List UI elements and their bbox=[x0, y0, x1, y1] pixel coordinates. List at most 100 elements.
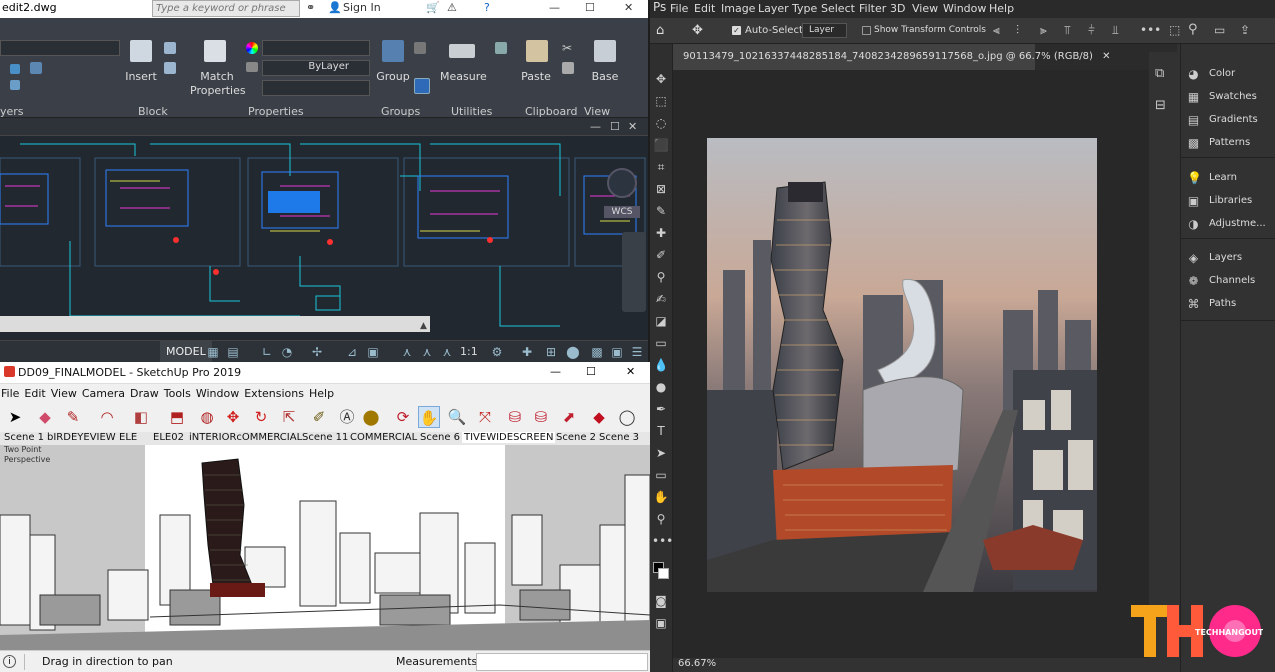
panel-patterns[interactable]: ▩ Patterns bbox=[1187, 135, 1250, 151]
eraser-icon[interactable]: ◆ bbox=[34, 406, 56, 428]
lasso-tool[interactable]: ◌ bbox=[652, 114, 670, 132]
type-tool[interactable]: T bbox=[652, 422, 670, 440]
home-icon[interactable]: ⌂ bbox=[656, 23, 664, 38]
plus-icon[interactable]: ✚ bbox=[520, 345, 534, 359]
user-icon[interactable]: 👤 bbox=[328, 1, 342, 14]
scene-tab[interactable]: ELE02 bbox=[153, 432, 184, 443]
rectangle-icon[interactable]: ◧ bbox=[130, 406, 152, 428]
menu-window[interactable]: Window bbox=[943, 2, 986, 15]
osnap-icon[interactable]: ✢ bbox=[310, 345, 324, 359]
edit-block-icon[interactable] bbox=[164, 62, 176, 74]
share-icon[interactable]: ⚠ bbox=[447, 1, 457, 14]
grid-icon[interactable]: ▦ bbox=[206, 345, 220, 359]
group-icon[interactable] bbox=[382, 40, 404, 62]
more-options-icon[interactable]: ••• bbox=[1140, 23, 1161, 37]
move-tool[interactable]: ✥ bbox=[652, 70, 670, 88]
properties-icon[interactable]: ⊟ bbox=[1155, 98, 1166, 113]
layer-tool-icon-2[interactable] bbox=[10, 80, 20, 90]
copy-icon[interactable] bbox=[562, 62, 574, 74]
zoom-tool[interactable]: ⚲ bbox=[652, 510, 670, 528]
panel-layers-label[interactable]: yers bbox=[0, 105, 24, 118]
match-properties-icon[interactable] bbox=[204, 40, 226, 62]
scene-tab[interactable]: bIRDEYEVIEW bbox=[47, 432, 116, 443]
gradient-tool[interactable]: ▭ bbox=[652, 334, 670, 352]
lineweight-dropdown[interactable] bbox=[262, 80, 370, 96]
paste-button[interactable]: Paste bbox=[518, 70, 554, 83]
group-select-icon[interactable] bbox=[414, 78, 430, 94]
insert-block-icon[interactable] bbox=[130, 40, 152, 62]
align-left-icon[interactable]: ⫷ bbox=[993, 23, 1000, 38]
customize-menu-icon[interactable]: ☰ bbox=[630, 345, 644, 359]
isolate-icon[interactable]: ⬤ bbox=[566, 345, 580, 359]
menu-type[interactable]: Type bbox=[792, 2, 817, 15]
measure-button[interactable]: Measure bbox=[440, 70, 487, 83]
color-wheel-icon[interactable] bbox=[246, 42, 258, 54]
menu-select[interactable]: Select bbox=[821, 2, 855, 15]
panel-layers[interactable]: ◈ Layers bbox=[1187, 250, 1242, 266]
wcs-button[interactable]: WCS bbox=[604, 206, 640, 218]
minimize-button[interactable]: — bbox=[549, 1, 560, 14]
match-properties-label-2[interactable]: Properties bbox=[190, 84, 246, 97]
ungroup-icon[interactable] bbox=[414, 42, 426, 54]
menu-view[interactable]: View bbox=[912, 2, 938, 15]
menu-view[interactable]: View bbox=[51, 387, 77, 400]
arc-icon[interactable]: ◠ bbox=[96, 406, 118, 428]
insert-button[interactable]: Insert bbox=[124, 70, 158, 83]
align-middle-icon[interactable]: ⫩ bbox=[1088, 23, 1095, 38]
components-icon[interactable]: ⛁ bbox=[530, 406, 552, 428]
dodge-tool[interactable]: ● bbox=[652, 378, 670, 396]
panel-paths[interactable]: ⌘ Paths bbox=[1187, 296, 1237, 312]
create-block-icon[interactable] bbox=[164, 42, 176, 54]
base-view-icon[interactable] bbox=[594, 40, 616, 62]
pen-tool[interactable]: ✒ bbox=[652, 400, 670, 418]
photoshop-canvas-area[interactable] bbox=[673, 70, 1177, 658]
drawing-restore[interactable]: ☐ bbox=[610, 120, 620, 133]
menu-help[interactable]: Help bbox=[989, 2, 1014, 15]
extension-warehouse-icon[interactable]: ◆ bbox=[588, 406, 610, 428]
stamp-tool[interactable]: ⚲ bbox=[652, 268, 670, 286]
menu-draw[interactable]: Draw bbox=[130, 387, 159, 400]
auto-select-dropdown[interactable]: Layer bbox=[802, 23, 847, 38]
scene-tab[interactable]: Scene 1 bbox=[4, 432, 44, 443]
menu-image[interactable]: Image bbox=[721, 2, 755, 15]
help-icon[interactable]: ? bbox=[484, 1, 490, 14]
quickcalc-icon[interactable] bbox=[495, 42, 507, 54]
layer-tool-icon[interactable] bbox=[10, 64, 20, 74]
dynucs-icon[interactable]: ⊿ bbox=[345, 345, 359, 359]
sketchup-3d-viewport[interactable]: Two Point Perspective bbox=[0, 445, 650, 650]
zoom-icon[interactable]: 🔍 bbox=[446, 406, 468, 428]
sketchup-close-button[interactable]: ✕ bbox=[626, 365, 635, 378]
scene-tab[interactable]: Scene 11 bbox=[302, 432, 348, 443]
history-brush-tool[interactable]: ✍ bbox=[652, 290, 670, 308]
auto-scale-icon[interactable]: ⋏ bbox=[440, 345, 454, 359]
scale-icon[interactable]: ⇱ bbox=[278, 406, 300, 428]
sign-in-link[interactable]: Sign In bbox=[343, 1, 381, 14]
3d-mode-icon[interactable]: ⬚ bbox=[1169, 23, 1180, 37]
menu-camera[interactable]: Camera bbox=[82, 387, 125, 400]
polar-icon[interactable]: ◔ bbox=[280, 345, 294, 359]
sketchup-minimize-button[interactable]: — bbox=[550, 365, 561, 378]
blur-tool[interactable]: 💧 bbox=[652, 356, 670, 374]
search-icon[interactable]: ⚲ bbox=[1188, 22, 1198, 37]
navigation-bar[interactable] bbox=[622, 232, 646, 312]
align-top-icon[interactable]: ⫪ bbox=[1064, 23, 1071, 38]
tape-measure-icon[interactable]: ✐ bbox=[308, 406, 330, 428]
ortho-icon[interactable]: ∟ bbox=[260, 345, 274, 359]
match-properties-label-1[interactable]: Match bbox=[190, 70, 244, 83]
hand-tool[interactable]: ✋ bbox=[652, 488, 670, 506]
offset-icon[interactable]: ◍ bbox=[196, 406, 218, 428]
share-icon[interactable]: ⇪ bbox=[1240, 23, 1250, 37]
panel-gradients[interactable]: ▤ Gradients bbox=[1187, 112, 1258, 128]
frame-tool[interactable]: ⊠ bbox=[652, 180, 670, 198]
edit-toolbar-icon[interactable]: ••• bbox=[652, 532, 673, 550]
crop-tool[interactable]: ⌗ bbox=[652, 158, 670, 176]
panel-clipboard-label[interactable]: Clipboard bbox=[525, 105, 578, 118]
scene-tab[interactable]: Scene 6 bbox=[420, 432, 460, 443]
measure-icon[interactable] bbox=[449, 44, 475, 58]
account-icon[interactable]: ◯ bbox=[616, 406, 638, 428]
menu-edit[interactable]: Edit bbox=[694, 2, 715, 15]
annotation-visibility-icon[interactable]: ⋏ bbox=[420, 345, 434, 359]
object-select-tool[interactable]: ⬛ bbox=[652, 136, 670, 154]
layer-state-icon[interactable] bbox=[30, 62, 42, 74]
move-tool-icon[interactable]: ✥ bbox=[692, 23, 703, 38]
